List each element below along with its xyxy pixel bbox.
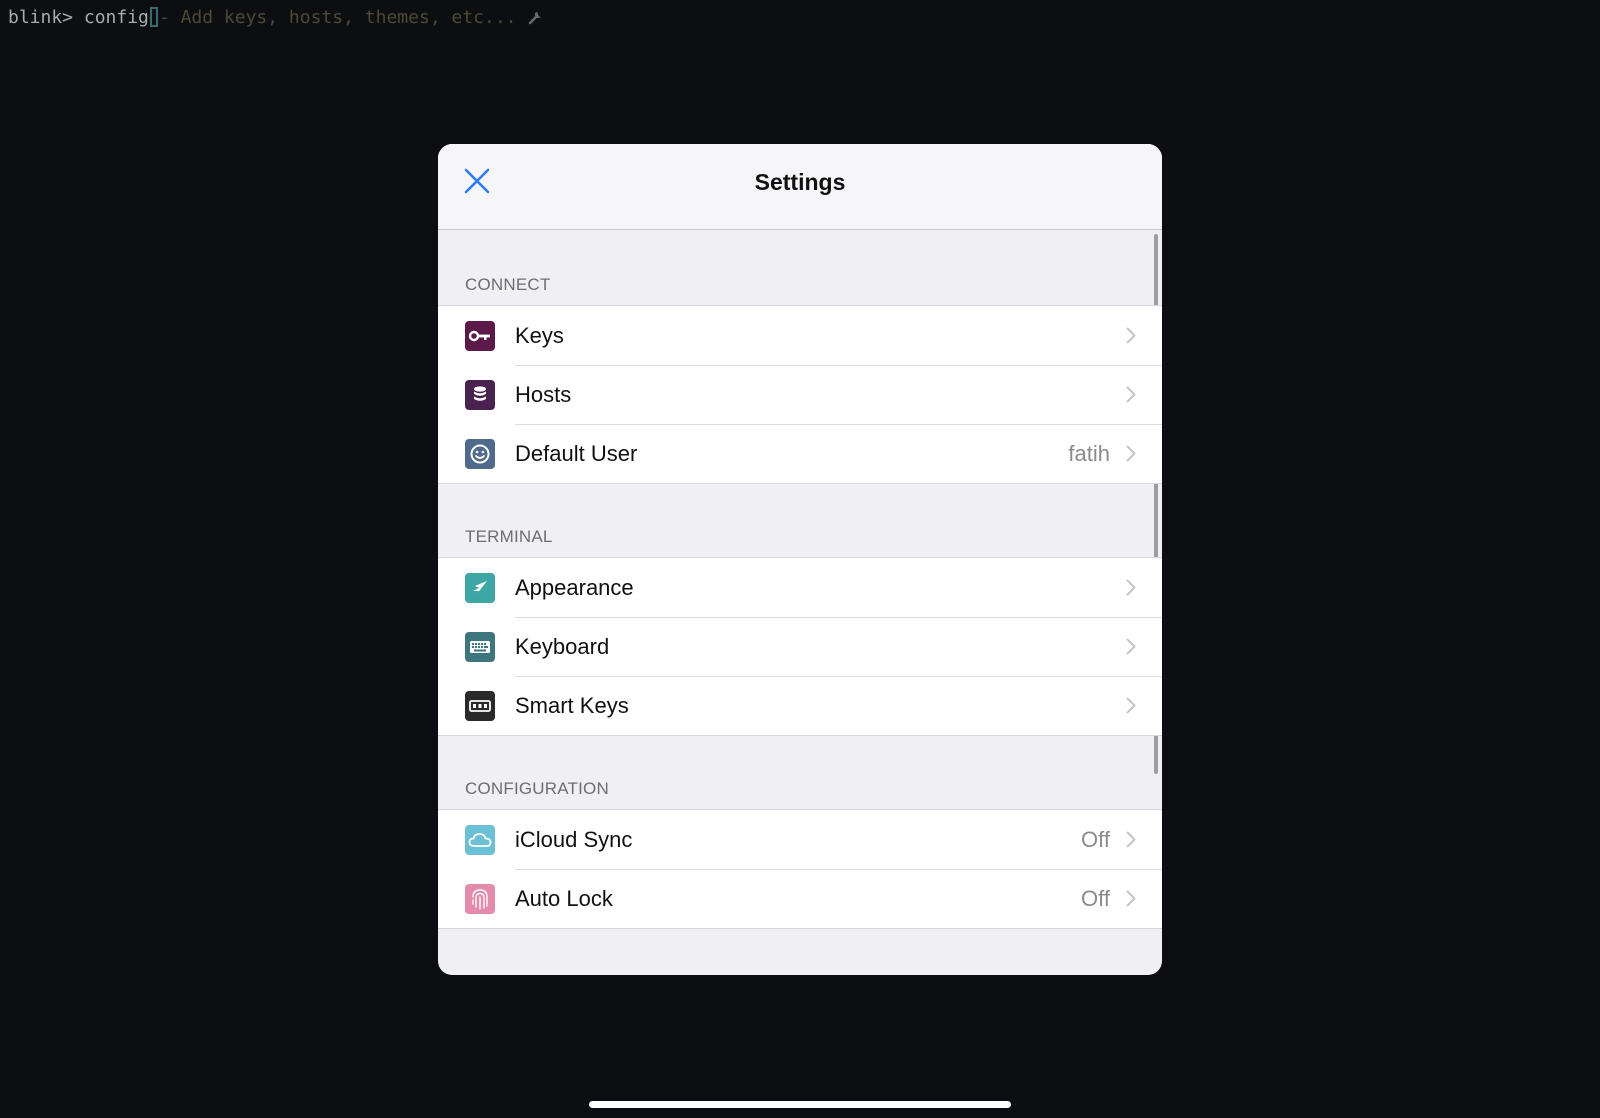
section-connect: Keys Hosts Default User fatih xyxy=(438,305,1162,484)
chevron-right-icon xyxy=(1126,386,1136,403)
settings-modal: Settings CONNECT Keys Hosts Default User xyxy=(438,144,1162,975)
database-icon xyxy=(465,380,495,410)
settings-row-icloud-sync[interactable]: iCloud Sync Off xyxy=(438,810,1162,869)
settings-row-label: Smart Keys xyxy=(515,693,629,718)
settings-row-auto-lock[interactable]: Auto Lock Off xyxy=(438,869,1162,928)
wrench-icon xyxy=(527,8,545,26)
settings-row-value: Off xyxy=(1081,886,1110,911)
chevron-right-icon xyxy=(1126,890,1136,907)
settings-row-label: Default User xyxy=(515,441,638,466)
settings-row-label: Appearance xyxy=(515,575,634,600)
section-header-terminal: TERMINAL xyxy=(465,527,553,546)
section-header-configuration: CONFIGURATION xyxy=(465,779,609,798)
fingerprint-icon xyxy=(465,884,495,914)
chevron-right-icon xyxy=(1126,697,1136,714)
section-terminal: Appearance Keyboard Smart Keys xyxy=(438,557,1162,736)
settings-row-label: Keyboard xyxy=(515,634,610,659)
cloud-icon xyxy=(465,825,495,855)
settings-row-label: Auto Lock xyxy=(515,886,613,911)
settings-row-keys[interactable]: Keys xyxy=(438,306,1162,365)
section-header-connect: CONNECT xyxy=(465,275,551,294)
keyboard-icon xyxy=(465,632,495,662)
settings-row-smart-keys[interactable]: Smart Keys xyxy=(438,676,1162,735)
chevron-right-icon xyxy=(1126,831,1136,848)
settings-row-default-user[interactable]: Default User fatih xyxy=(438,424,1162,483)
settings-row-label: Keys xyxy=(515,323,564,348)
settings-row-value: Off xyxy=(1081,827,1110,852)
chevron-right-icon xyxy=(1126,445,1136,462)
smart-keys-icon xyxy=(465,691,495,721)
page-title: Settings xyxy=(754,169,846,195)
settings-row-label: iCloud Sync xyxy=(515,827,633,852)
settings-row-label: Hosts xyxy=(515,382,572,407)
terminal-cursor xyxy=(149,7,158,27)
navigation-bar: Settings xyxy=(438,144,1162,230)
terminal-command: config xyxy=(73,7,149,28)
chevron-right-icon xyxy=(1126,638,1136,655)
chevron-right-icon xyxy=(1126,579,1136,596)
settings-row-value: fatih xyxy=(1068,441,1110,466)
terminal-hint: - Add keys, hosts, themes, etc... xyxy=(158,7,517,28)
brush-icon xyxy=(465,573,495,603)
settings-row-appearance[interactable]: Appearance xyxy=(438,558,1162,617)
chevron-right-icon xyxy=(1126,327,1136,344)
smiley-icon xyxy=(465,439,495,469)
section-configuration: iCloud Sync Off Auto Lock Off xyxy=(438,809,1162,929)
settings-row-keyboard[interactable]: Keyboard xyxy=(438,617,1162,676)
terminal-line[interactable]: blink> config - Add keys, hosts, themes, … xyxy=(8,6,545,30)
settings-row-hosts[interactable]: Hosts xyxy=(438,365,1162,424)
key-icon xyxy=(465,321,495,351)
terminal-prompt: blink> xyxy=(8,7,74,28)
home-indicator[interactable] xyxy=(589,1101,1011,1108)
